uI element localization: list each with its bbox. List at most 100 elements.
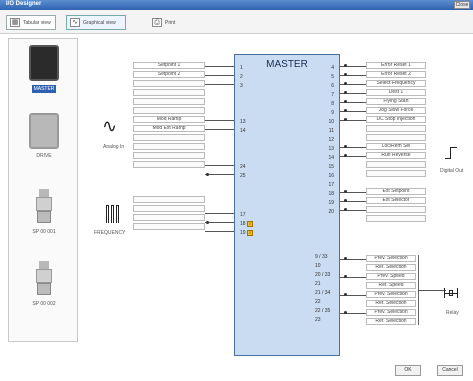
ok-button[interactable]: OK bbox=[395, 365, 421, 376]
input-field[interactable] bbox=[133, 196, 205, 203]
output-field[interactable]: Ref. Speed bbox=[366, 282, 416, 289]
input-field[interactable] bbox=[133, 107, 205, 114]
pin-label: 5 bbox=[331, 74, 334, 80]
toolbar: ▦ Tabular view ∿ Graphical view ⎙ Print bbox=[0, 10, 473, 34]
warning-icon: ! bbox=[247, 221, 253, 227]
digital-out-icon bbox=[445, 146, 457, 160]
connection-dot bbox=[344, 199, 347, 202]
print-button[interactable]: ⎙ Print bbox=[148, 15, 182, 30]
pin-label: 22 / 35 bbox=[315, 308, 331, 314]
drive-label: DRIVE bbox=[36, 153, 52, 159]
drive-image bbox=[29, 113, 59, 149]
input-field[interactable]: Mod Ramp bbox=[133, 116, 205, 123]
input-field[interactable] bbox=[133, 80, 205, 87]
drive-list: MASTER DRIVE SP 00 001 SP 00 002 bbox=[8, 38, 78, 342]
digital-out-label: Digital Out bbox=[440, 168, 464, 174]
pin-label: 24 bbox=[240, 164, 246, 170]
pin-label: 25 bbox=[240, 173, 246, 179]
window-title: I/O Designer bbox=[6, 1, 42, 7]
input-field[interactable] bbox=[133, 143, 205, 150]
output-field[interactable]: Run Reverse bbox=[366, 152, 426, 159]
relay-icon bbox=[444, 288, 458, 298]
pin-label: 17 bbox=[328, 182, 334, 188]
print-label: Print bbox=[165, 19, 176, 26]
output-field[interactable]: Ref. Selection bbox=[366, 264, 416, 271]
master-title: MASTER bbox=[266, 59, 308, 70]
output-field[interactable] bbox=[366, 125, 426, 132]
input-field[interactable]: Setpoint 2 bbox=[133, 71, 205, 78]
pin-label: 20 / 33 bbox=[315, 272, 331, 278]
input-field[interactable] bbox=[133, 98, 205, 105]
input-field[interactable] bbox=[133, 161, 205, 168]
tabular-view-button[interactable]: ▦ Tabular view bbox=[6, 15, 56, 30]
output-field[interactable] bbox=[366, 134, 426, 141]
output-field[interactable]: Ext Setpoint bbox=[366, 188, 426, 195]
input-field[interactable] bbox=[133, 214, 205, 221]
connection-dot bbox=[344, 145, 347, 148]
pin-label: 15 bbox=[328, 164, 334, 170]
output-field[interactable]: Ext Selector bbox=[366, 197, 426, 204]
output-field[interactable] bbox=[366, 206, 426, 213]
wire bbox=[205, 129, 234, 130]
input-field[interactable]: Setpoint 1 bbox=[133, 62, 205, 69]
output-field[interactable]: Error Reset 1 bbox=[366, 62, 426, 69]
drive-item-master[interactable]: MASTER bbox=[21, 45, 67, 93]
output-field[interactable]: Prev. Selection bbox=[366, 255, 416, 262]
connection-dot bbox=[344, 311, 347, 314]
pin-label: 9 bbox=[331, 110, 334, 116]
output-field[interactable]: Ref. Selection bbox=[366, 300, 416, 307]
pin-label: 1 bbox=[240, 65, 243, 71]
cancel-button[interactable]: Cancel bbox=[437, 365, 463, 376]
pin-label: 8 bbox=[331, 101, 334, 107]
pin-label: 10 bbox=[328, 119, 334, 125]
output-field[interactable] bbox=[366, 215, 426, 222]
drive-item-drive[interactable]: DRIVE bbox=[21, 113, 67, 159]
output-field[interactable]: Dest 1 bbox=[366, 89, 426, 96]
wire bbox=[205, 174, 234, 175]
wire bbox=[418, 290, 446, 291]
pin-label: 13 bbox=[240, 119, 246, 125]
wire bbox=[205, 213, 234, 214]
output-field[interactable]: Prev. Selection bbox=[366, 291, 416, 298]
pin-label: 22 bbox=[315, 299, 321, 305]
connection-dot bbox=[206, 221, 209, 224]
graph-icon: ∿ bbox=[70, 18, 80, 27]
connection-dot bbox=[344, 190, 347, 193]
connection-dot bbox=[206, 173, 209, 176]
input-field[interactable]: Mod Ext Ramp bbox=[133, 125, 205, 132]
output-field[interactable] bbox=[366, 161, 426, 168]
input-field[interactable] bbox=[133, 205, 205, 212]
pin-label: 14 bbox=[328, 155, 334, 161]
output-field[interactable]: Flying Start bbox=[366, 98, 426, 105]
drive-item-sp1[interactable]: SP 00 001 bbox=[21, 189, 67, 235]
connection-dot bbox=[344, 154, 347, 157]
drive-item-sp2[interactable]: SP 00 002 bbox=[21, 261, 67, 307]
output-field[interactable]: Ref. Selection bbox=[366, 318, 416, 325]
pin-label: 10 bbox=[315, 263, 321, 269]
output-field[interactable]: Error Reset 2 bbox=[366, 71, 426, 78]
close-button[interactable]: Close bbox=[454, 1, 470, 9]
table-icon: ▦ bbox=[10, 18, 20, 27]
pin-label: 3 bbox=[240, 83, 243, 89]
master-block: MASTER 1 2 3 13 14 24 25 17 18 19 ! ! 4 … bbox=[234, 54, 340, 356]
input-field[interactable] bbox=[133, 152, 205, 159]
input-field[interactable] bbox=[133, 89, 205, 96]
input-field[interactable] bbox=[133, 223, 205, 230]
output-field[interactable]: DC Stop Injection bbox=[366, 116, 426, 123]
wire bbox=[205, 120, 234, 121]
output-field[interactable]: Prev. Speed bbox=[366, 273, 416, 280]
pin-label: 4 bbox=[331, 65, 334, 71]
output-field[interactable]: Prev. Selection bbox=[366, 309, 416, 316]
output-field[interactable]: Jog Slow Force bbox=[366, 107, 426, 114]
pin-label: 18 bbox=[240, 221, 246, 227]
output-field[interactable]: Select Frequency bbox=[366, 80, 426, 87]
input-field[interactable] bbox=[133, 134, 205, 141]
wire bbox=[205, 231, 234, 232]
output-field[interactable] bbox=[366, 170, 426, 177]
graphical-view-button[interactable]: ∿ Graphical view bbox=[66, 15, 126, 30]
print-icon: ⎙ bbox=[152, 18, 162, 27]
drive-label: SP 00 001 bbox=[32, 229, 56, 235]
pin-label: 21 / 34 bbox=[315, 290, 331, 296]
pin-label: 13 bbox=[328, 146, 334, 152]
output-field[interactable]: Loc/Rem Sel bbox=[366, 143, 426, 150]
